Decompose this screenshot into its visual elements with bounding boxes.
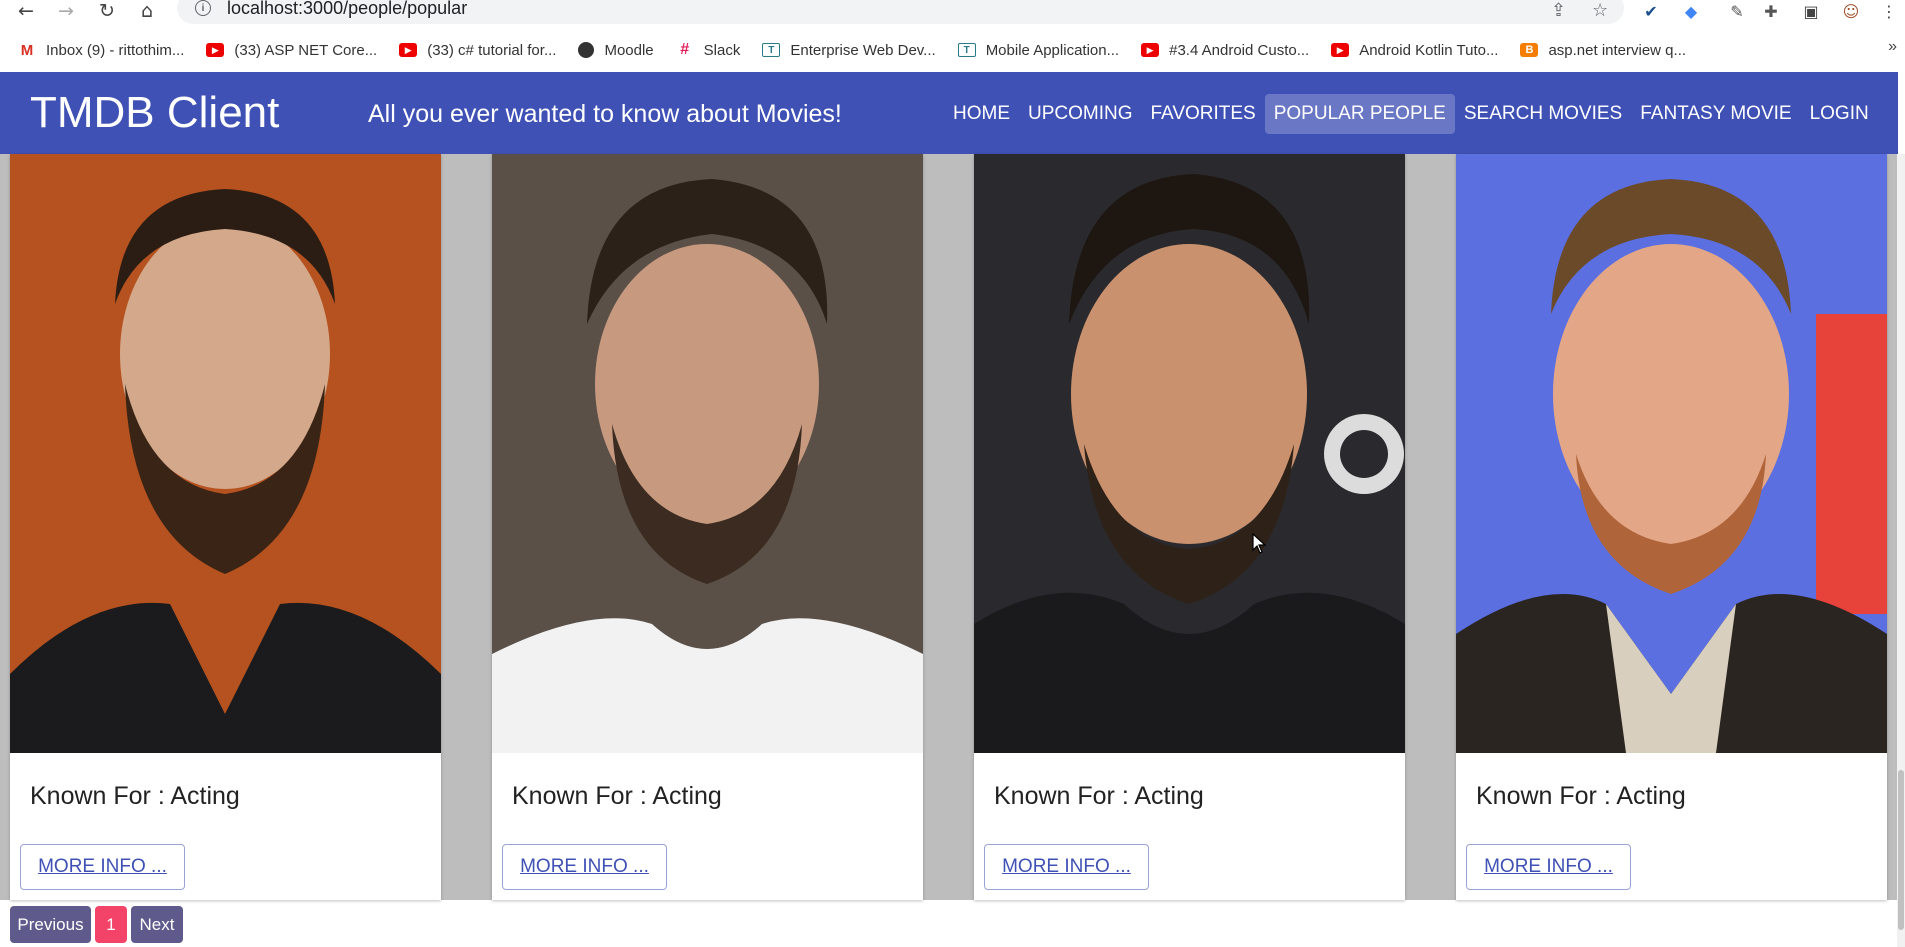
more-info-button[interactable]: More Info ... <box>1466 844 1631 890</box>
bookmark-inbox[interactable]: M Inbox (9) - rittothim... <box>18 42 184 59</box>
reload-icon[interactable]: ↻ <box>95 0 119 22</box>
extensions-puzzle-icon[interactable]: ✚ <box>1760 0 1782 22</box>
bookmark-android-custom[interactable]: ▶ #3.4 Android Custo... <box>1141 42 1309 59</box>
youtube-icon: ▶ <box>1141 43 1160 57</box>
bookmark-label: asp.net interview q... <box>1548 41 1687 59</box>
bookmark-label: (33) c# tutorial for... <box>427 41 557 59</box>
back-icon[interactable]: ← <box>14 0 38 22</box>
tagline: All you ever wanted to know about Movies… <box>368 100 842 128</box>
bookmark-mobile-application[interactable]: T Mobile Application... <box>957 41 1120 59</box>
more-info-button[interactable]: More Info ... <box>20 844 185 890</box>
youtube-icon: ▶ <box>1331 43 1350 57</box>
bookmark-moodle[interactable]: Moodle <box>578 41 654 59</box>
nav-search-movies[interactable]: Search Movies <box>1455 94 1631 134</box>
extension-pen-icon[interactable]: ✎ <box>1726 0 1748 22</box>
bookmark-asp-net-core[interactable]: ▶ (33) ASP NET Core... <box>206 42 377 59</box>
known-for-text: Known For : Acting <box>994 782 1204 810</box>
browser-toolbar: ← → ↻ ⌂ i localhost:3000/people/popular … <box>0 0 1905 30</box>
slack-icon: # <box>680 41 690 58</box>
nav-popular-people[interactable]: Popular People <box>1264 94 1455 134</box>
extension-cap-icon[interactable]: ◆ <box>1680 0 1702 22</box>
bookmark-slack[interactable]: # Slack <box>676 41 741 59</box>
bookmark-asp-net-interview[interactable]: B asp.net interview q... <box>1520 42 1686 59</box>
next-page-button[interactable]: Next <box>131 906 183 943</box>
scrollbar-thumb[interactable] <box>1898 770 1904 930</box>
bookmark-label: Mobile Application... <box>985 41 1120 59</box>
bookmarks-overflow-icon[interactable]: » <box>1888 38 1897 56</box>
previous-page-button[interactable]: Previous <box>10 906 91 943</box>
bookmark-label: Inbox (9) - rittothim... <box>46 41 185 59</box>
bookmark-label: #3.4 Android Custo... <box>1169 41 1310 59</box>
known-for-text: Known For : Acting <box>30 782 240 810</box>
person-card: Known For : Acting More Info ... <box>492 154 923 900</box>
more-info-button[interactable]: More Info ... <box>502 844 667 890</box>
bookmark-csharp-tutorial[interactable]: ▶ (33) c# tutorial for... <box>399 42 556 59</box>
known-for-text: Known For : Acting <box>512 782 722 810</box>
nav-upcoming[interactable]: Upcoming <box>1019 94 1142 134</box>
classroom-icon: T <box>957 43 976 57</box>
share-icon[interactable]: ⇪ <box>1551 0 1566 21</box>
extension-check-icon[interactable]: ✔ <box>1640 0 1662 22</box>
profile-avatar-icon[interactable]: ☺ <box>1840 0 1862 22</box>
person-photo <box>974 154 1405 753</box>
blogger-icon: B <box>1520 43 1539 57</box>
classroom-icon: T <box>762 43 781 57</box>
menu-kebab-icon[interactable]: ⋮ <box>1878 0 1900 22</box>
bookmark-label: Enterprise Web Dev... <box>790 41 936 59</box>
mouse-cursor-icon <box>1252 533 1267 554</box>
site-info-icon[interactable]: i <box>195 0 211 16</box>
bookmark-label: (33) ASP NET Core... <box>234 41 378 59</box>
gmail-icon: M <box>18 42 36 59</box>
nav-favorites[interactable]: Favorites <box>1142 94 1265 134</box>
side-panel-icon[interactable]: ▣ <box>1800 0 1822 22</box>
person-card: Known For : Acting More Info ... <box>974 154 1405 900</box>
forward-icon[interactable]: → <box>54 0 78 22</box>
youtube-icon: ▶ <box>206 43 225 57</box>
person-photo <box>492 154 923 753</box>
home-icon[interactable]: ⌂ <box>135 0 159 22</box>
bookmark-android-kotlin[interactable]: ▶ Android Kotlin Tuto... <box>1331 42 1498 59</box>
brand-title[interactable]: TMDB Client <box>30 88 279 138</box>
person-photo <box>10 154 441 753</box>
main-nav: Home Upcoming Favorites Popular People S… <box>944 94 1878 134</box>
youtube-icon: ▶ <box>399 43 418 57</box>
known-for-text: Known For : Acting <box>1476 782 1686 810</box>
person-photo <box>1456 154 1887 753</box>
bookmarks-bar: M Inbox (9) - rittothim... ▶ (33) ASP NE… <box>0 36 1905 64</box>
people-grid: Known For : Acting More Info ... Known F… <box>0 154 1905 900</box>
person-card: Known For : Acting More Info ... <box>10 154 441 900</box>
nav-home[interactable]: Home <box>944 94 1019 134</box>
pagination: Previous 1 Next <box>10 906 187 943</box>
address-url: localhost:3000/people/popular <box>227 0 468 18</box>
more-info-button[interactable]: More Info ... <box>984 844 1149 890</box>
current-page-indicator[interactable]: 1 <box>95 906 127 943</box>
bookmark-enterprise-web-dev[interactable]: T Enterprise Web Dev... <box>762 41 936 59</box>
globe-icon <box>578 42 595 58</box>
person-card: Known For : Acting More Info ... <box>1456 154 1887 900</box>
nav-fantasy-movie[interactable]: Fantasy Movie <box>1631 94 1800 134</box>
address-bar[interactable]: i localhost:3000/people/popular <box>177 0 1624 24</box>
bookmark-label: Moodle <box>604 41 654 59</box>
bookmark-label: Slack <box>703 41 741 59</box>
bookmark-label: Android Kotlin Tuto... <box>1359 41 1499 59</box>
star-icon[interactable]: ☆ <box>1592 0 1608 21</box>
app-header: TMDB Client All you ever wanted to know … <box>0 72 1898 154</box>
nav-login[interactable]: Login <box>1801 94 1878 134</box>
